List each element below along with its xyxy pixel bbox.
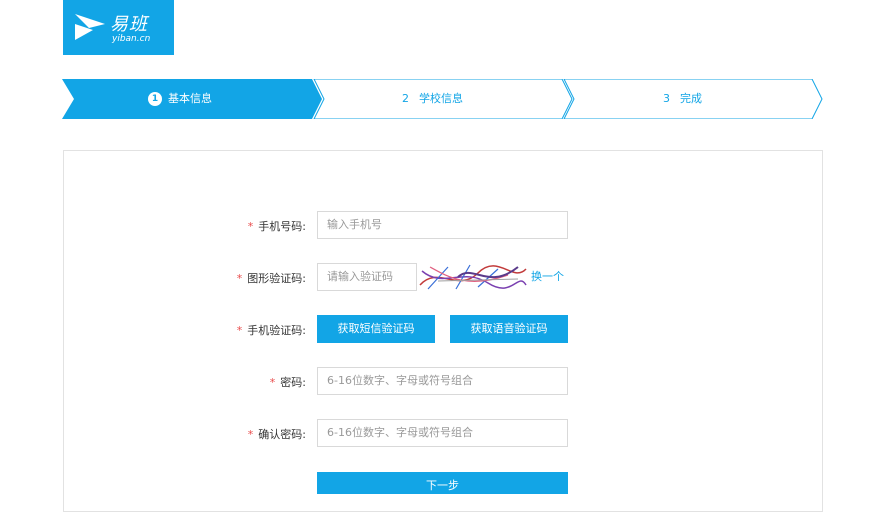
step-1: 1 基本信息 [148, 79, 212, 119]
step-1-number: 1 [148, 92, 162, 106]
logo-domain: yiban.cn [112, 34, 151, 44]
sms-label: * 手机验证码: [236, 324, 306, 337]
step-3-number: 3 [663, 92, 670, 105]
registration-panel [63, 150, 823, 512]
phone-label: * 手机号码: [247, 220, 306, 233]
change-captcha-link[interactable]: 换一个 [531, 263, 564, 291]
logo-name: 易班 [110, 14, 148, 35]
password-input[interactable]: 6-16位数字、字母或符号组合 [317, 367, 568, 395]
yiban-logo[interactable]: 易班 yiban.cn [63, 0, 174, 55]
confirm-password-input[interactable]: 6-16位数字、字母或符号组合 [317, 419, 568, 447]
step-1-label: 基本信息 [168, 92, 212, 105]
step-2-label: 学校信息 [419, 92, 463, 105]
step-3: 3 完成 [663, 79, 702, 119]
captcha-input[interactable]: 请输入验证码 [317, 263, 417, 291]
next-step-button[interactable]: 下一步 [317, 472, 568, 494]
step-progress: 1 基本信息 2 学校信息 3 完成 [62, 79, 824, 119]
yiban-logo-icon [75, 14, 105, 40]
captcha-image[interactable] [418, 263, 528, 291]
phone-input[interactable]: 输入手机号 [317, 211, 568, 239]
step-2: 2 学校信息 [402, 79, 463, 119]
step-2-number: 2 [402, 92, 409, 105]
get-sms-code-button[interactable]: 获取短信验证码 [317, 315, 435, 343]
get-voice-code-button[interactable]: 获取语音验证码 [450, 315, 568, 343]
captcha-label: * 图形验证码: [236, 272, 306, 285]
password-label: * 密码: [269, 376, 306, 389]
step-3-label: 完成 [680, 92, 702, 105]
confirm-password-label: * 确认密码: [247, 428, 306, 441]
